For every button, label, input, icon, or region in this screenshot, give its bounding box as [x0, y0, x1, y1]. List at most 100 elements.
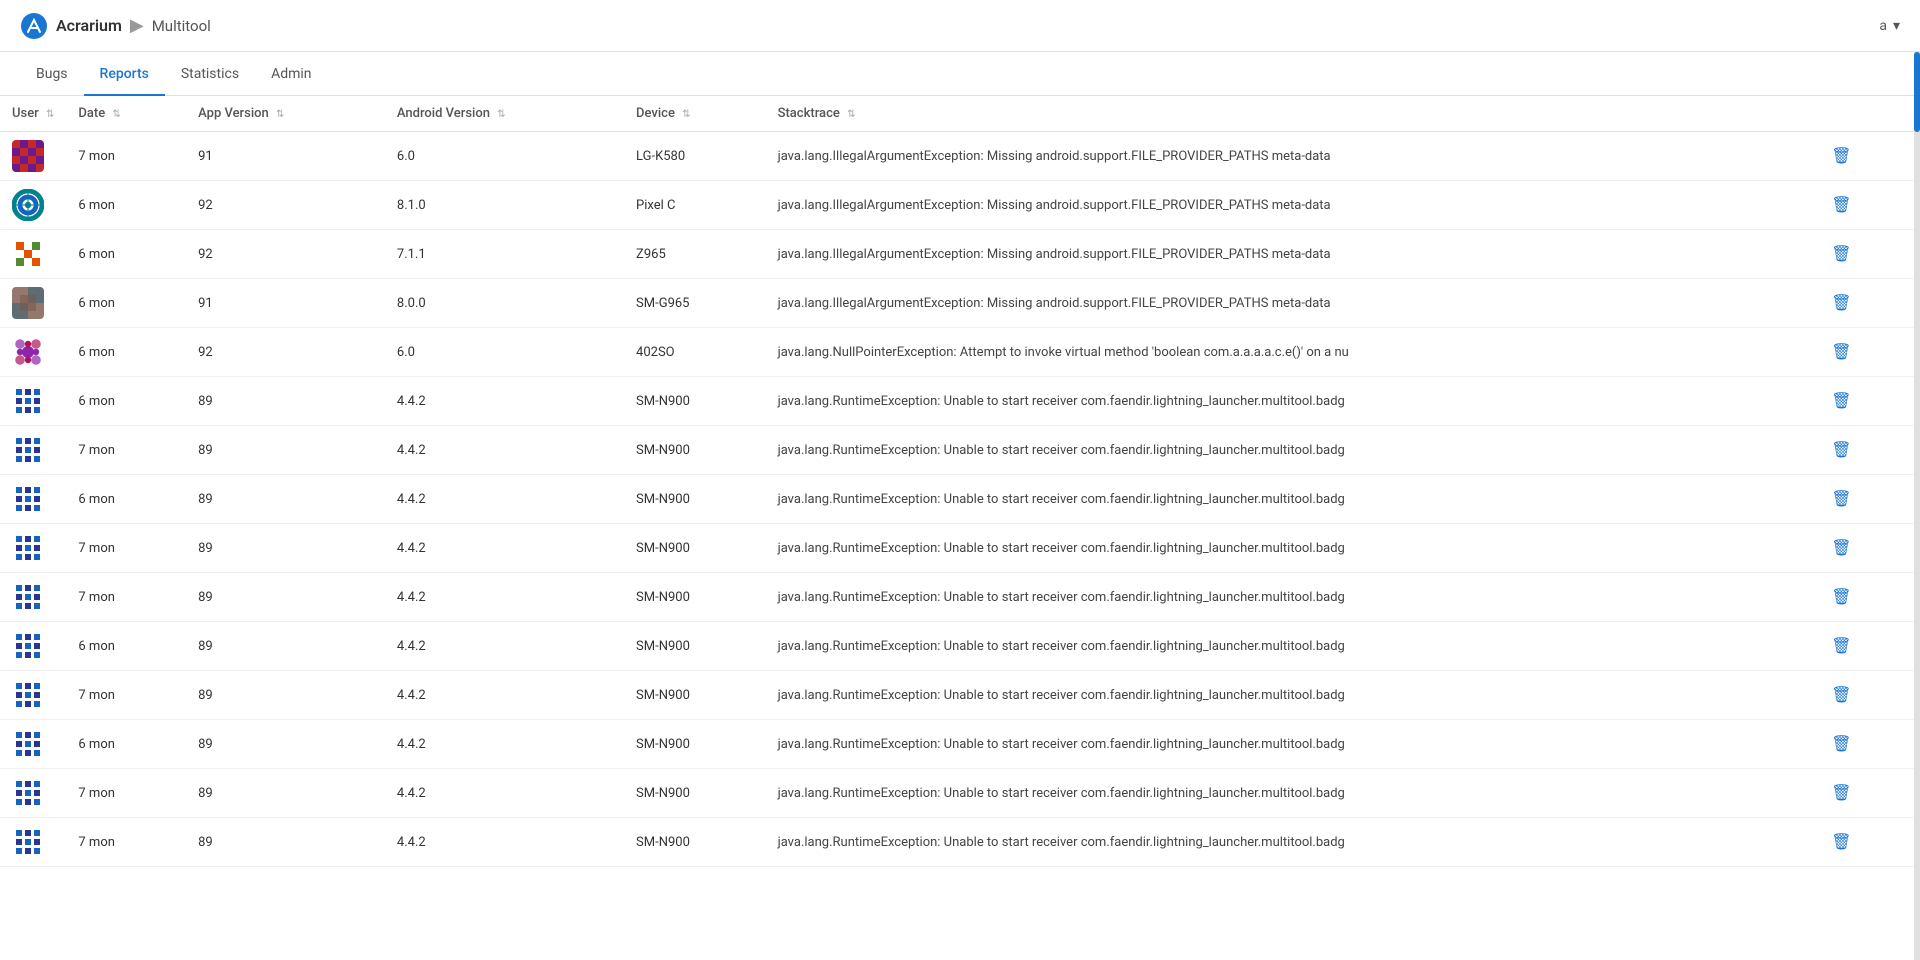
- action-cell: 🗑: [1811, 573, 1920, 622]
- date-cell: 7 mon: [66, 426, 186, 475]
- sort-user-icon: ⇅: [46, 109, 54, 120]
- app-version-cell: 89: [186, 769, 385, 818]
- stacktrace-cell: java.lang.RuntimeException: Unable to st…: [766, 622, 1812, 671]
- scrollbar[interactable]: [1914, 52, 1920, 960]
- android-version-cell: 4.4.2: [385, 573, 624, 622]
- user-avatar-cell: [0, 426, 66, 475]
- table-row: 7 mon 91 6.0 LG-K580 java.lang.IllegalAr…: [0, 132, 1920, 181]
- date-cell: 6 mon: [66, 475, 186, 524]
- col-user[interactable]: User ⇅: [0, 96, 66, 132]
- android-version-cell: 4.4.2: [385, 426, 624, 475]
- app-version-cell: 89: [186, 475, 385, 524]
- user-avatar-cell: [0, 279, 66, 328]
- date-cell: 6 mon: [66, 328, 186, 377]
- delete-button[interactable]: 🗑: [1823, 779, 1859, 807]
- brand: Acrarium: [20, 12, 122, 40]
- app-version-cell: 91: [186, 279, 385, 328]
- delete-button[interactable]: 🗑: [1823, 338, 1859, 366]
- user-avatar-cell: [0, 671, 66, 720]
- delete-button[interactable]: 🗑: [1823, 142, 1859, 170]
- project-name: Multitool: [152, 17, 211, 35]
- device-cell: SM-N900: [624, 622, 766, 671]
- stacktrace-cell: java.lang.RuntimeException: Unable to st…: [766, 671, 1812, 720]
- table-row: 7 mon 89 4.4.2 SM-N900 java.lang.Runtime…: [0, 769, 1920, 818]
- table-body: 7 mon 91 6.0 LG-K580 java.lang.IllegalAr…: [0, 132, 1920, 867]
- delete-button[interactable]: 🗑: [1823, 485, 1859, 513]
- table-row: 7 mon 89 4.4.2 SM-N900 java.lang.Runtime…: [0, 573, 1920, 622]
- col-date[interactable]: Date ⇅: [66, 96, 186, 132]
- col-app-version[interactable]: App Version ⇅: [186, 96, 385, 132]
- tab-reports[interactable]: Reports: [84, 52, 165, 96]
- stacktrace-cell: java.lang.RuntimeException: Unable to st…: [766, 475, 1812, 524]
- action-cell: 🗑: [1811, 720, 1920, 769]
- sort-android-version-icon: ⇅: [497, 109, 505, 120]
- user-avatar-cell: [0, 132, 66, 181]
- delete-button[interactable]: 🗑: [1823, 387, 1859, 415]
- table-row: 6 mon 89 4.4.2 SM-N900 java.lang.Runtime…: [0, 720, 1920, 769]
- device-cell: Z965: [624, 230, 766, 279]
- delete-button[interactable]: 🗑: [1823, 191, 1859, 219]
- delete-button[interactable]: 🗑: [1823, 240, 1859, 268]
- android-version-cell: 6.0: [385, 132, 624, 181]
- delete-button[interactable]: 🗑: [1823, 534, 1859, 562]
- scroll-thumb: [1914, 52, 1920, 132]
- app-version-cell: 89: [186, 671, 385, 720]
- tab-bugs[interactable]: Bugs: [20, 52, 84, 96]
- device-cell: SM-N900: [624, 426, 766, 475]
- tab-statistics[interactable]: Statistics: [165, 52, 255, 96]
- action-cell: 🗑: [1811, 475, 1920, 524]
- brand-name: Acrarium: [56, 16, 122, 35]
- device-cell: LG-K580: [624, 132, 766, 181]
- user-avatar-cell: [0, 328, 66, 377]
- col-device[interactable]: Device ⇅: [624, 96, 766, 132]
- date-cell: 7 mon: [66, 573, 186, 622]
- table-row: 6 mon 89 4.4.2 SM-N900 java.lang.Runtime…: [0, 377, 1920, 426]
- delete-button[interactable]: 🗑: [1823, 436, 1859, 464]
- action-cell: 🗑: [1811, 328, 1920, 377]
- app-version-cell: 91: [186, 132, 385, 181]
- stacktrace-cell: java.lang.RuntimeException: Unable to st…: [766, 524, 1812, 573]
- stacktrace-cell: java.lang.NullPointerException: Attempt …: [766, 328, 1812, 377]
- action-cell: 🗑: [1811, 524, 1920, 573]
- date-cell: 6 mon: [66, 720, 186, 769]
- tab-admin[interactable]: Admin: [255, 52, 327, 96]
- delete-button[interactable]: 🗑: [1823, 583, 1859, 611]
- date-cell: 6 mon: [66, 279, 186, 328]
- col-android-version[interactable]: Android Version ⇅: [385, 96, 624, 132]
- device-cell: SM-N900: [624, 475, 766, 524]
- stacktrace-cell: java.lang.IllegalArgumentException: Miss…: [766, 181, 1812, 230]
- user-avatar-cell: [0, 377, 66, 426]
- col-stacktrace[interactable]: Stacktrace ⇅: [766, 96, 1812, 132]
- user-avatar-cell: [0, 769, 66, 818]
- stacktrace-cell: java.lang.IllegalArgumentException: Miss…: [766, 279, 1812, 328]
- stacktrace-cell: java.lang.RuntimeException: Unable to st…: [766, 573, 1812, 622]
- table-row: 7 mon 89 4.4.2 SM-N900 java.lang.Runtime…: [0, 818, 1920, 867]
- stacktrace-cell: java.lang.RuntimeException: Unable to st…: [766, 818, 1812, 867]
- navbar: Acrarium ▶ Multitool a ▾: [0, 0, 1920, 52]
- app-version-cell: 92: [186, 230, 385, 279]
- stacktrace-cell: java.lang.IllegalArgumentException: Miss…: [766, 132, 1812, 181]
- app-version-cell: 89: [186, 426, 385, 475]
- sort-date-icon: ⇅: [112, 109, 120, 120]
- app-version-cell: 92: [186, 328, 385, 377]
- action-cell: 🗑: [1811, 426, 1920, 475]
- app-version-cell: 89: [186, 524, 385, 573]
- delete-button[interactable]: 🗑: [1823, 730, 1859, 758]
- table-row: 7 mon 89 4.4.2 SM-N900 java.lang.Runtime…: [0, 524, 1920, 573]
- table-header: User ⇅ Date ⇅ App Version ⇅ Android Vers…: [0, 96, 1920, 132]
- android-version-cell: 4.4.2: [385, 769, 624, 818]
- delete-button[interactable]: 🗑: [1823, 289, 1859, 317]
- user-initial: a: [1879, 18, 1887, 34]
- user-menu[interactable]: a ▾: [1879, 18, 1900, 34]
- app-version-cell: 92: [186, 181, 385, 230]
- delete-button[interactable]: 🗑: [1823, 632, 1859, 660]
- device-cell: 402SO: [624, 328, 766, 377]
- stacktrace-cell: java.lang.RuntimeException: Unable to st…: [766, 377, 1812, 426]
- delete-button[interactable]: 🗑: [1823, 828, 1859, 856]
- sort-stacktrace-icon: ⇅: [847, 109, 855, 120]
- delete-button[interactable]: 🗑: [1823, 681, 1859, 709]
- device-cell: SM-N900: [624, 671, 766, 720]
- android-version-cell: 6.0: [385, 328, 624, 377]
- android-version-cell: 4.4.2: [385, 671, 624, 720]
- action-cell: 🗑: [1811, 279, 1920, 328]
